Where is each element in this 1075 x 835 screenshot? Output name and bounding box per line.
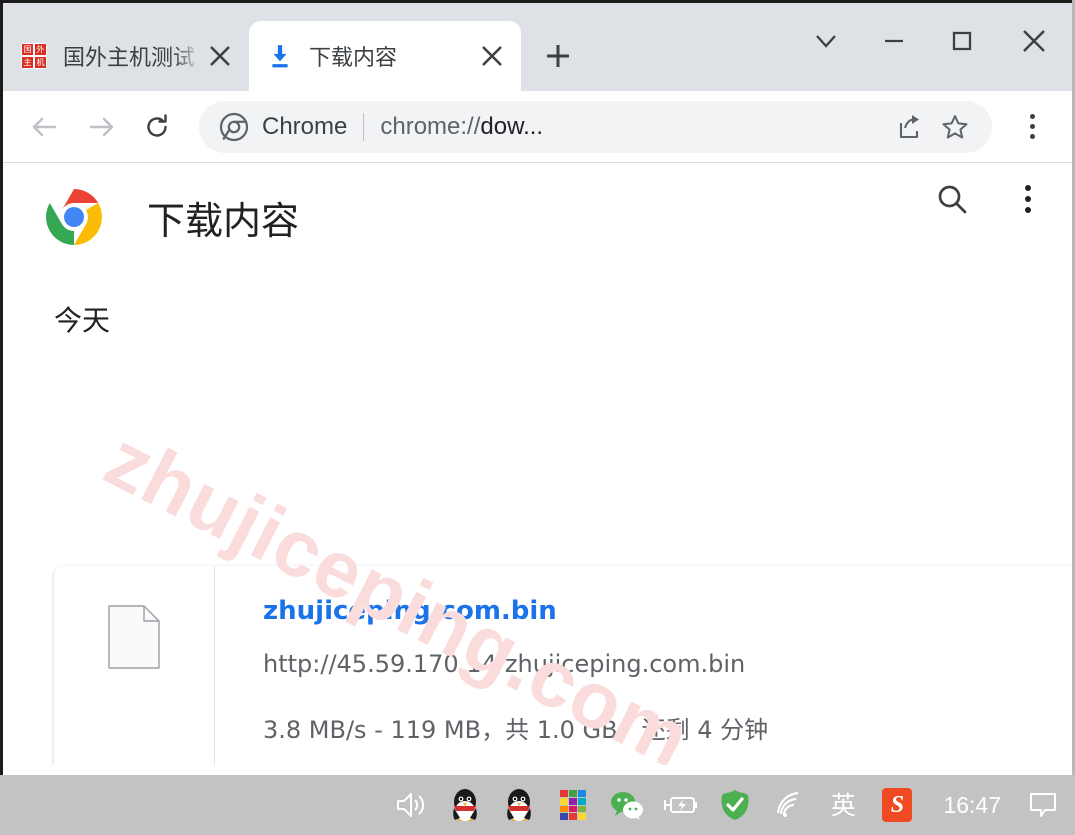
omnibox-brand-label: Chrome: [262, 112, 348, 140]
omnibox-url[interactable]: chrome://dow...: [380, 113, 886, 141]
search-icon[interactable]: [930, 177, 974, 221]
browser-window: 国 外 主 机 国外主机测试 下载内容 Chrome chrome://dow.…: [0, 0, 1072, 775]
wechat-icon[interactable]: [609, 787, 645, 823]
ime-indicator[interactable]: 英: [825, 787, 861, 823]
tab-title-downloads: 下载内容: [309, 45, 398, 70]
share-icon[interactable]: [886, 104, 932, 150]
chrome-icon: [219, 112, 249, 141]
sogou-input-icon[interactable]: S: [879, 787, 915, 823]
browser-toolbar: Chrome chrome://dow...: [3, 91, 1072, 163]
download-file-icon-cell: [54, 566, 215, 765]
color-grid-icon[interactable]: [555, 787, 591, 823]
screen: 国 外 主 机 国外主机测试 下载内容 Chrome chrome://dow.…: [0, 0, 1075, 835]
sogou-label: S: [882, 788, 913, 822]
download-details: zhujiceping.com.bin http://45.59.170.14/…: [215, 566, 1072, 765]
window-controls: [792, 6, 1072, 76]
taskbar-clock[interactable]: 16:47: [943, 792, 1001, 819]
minimize-button[interactable]: [860, 11, 928, 71]
battery-charging-icon[interactable]: [663, 787, 699, 823]
qq-penguin-icon[interactable]: [447, 787, 483, 823]
generic-file-icon: [108, 605, 160, 669]
ime-label: 英: [830, 790, 856, 820]
maximize-button[interactable]: [928, 11, 996, 71]
tab-downloads[interactable]: 下载内容: [249, 21, 521, 91]
volume-icon[interactable]: [393, 787, 429, 823]
more-vert-icon[interactable]: [1010, 177, 1046, 221]
download-filename-link[interactable]: zhujiceping.com.bin: [263, 598, 1072, 624]
system-taskbar: 英 S 16:47: [0, 775, 1075, 835]
tab-site[interactable]: 国 外 主 机 国外主机测试: [3, 21, 249, 91]
back-arrow-icon[interactable]: [17, 99, 73, 155]
omnibox-url-prefix: chrome://: [380, 112, 481, 140]
browser-menu-icon[interactable]: [1006, 101, 1058, 153]
site-favicon-icon: 国 外 主 机: [21, 43, 47, 69]
address-bar[interactable]: Chrome chrome://dow...: [199, 100, 992, 153]
security-shield-check-icon[interactable]: [717, 787, 753, 823]
page-title: 下载内容: [147, 198, 300, 243]
wifi-icon[interactable]: [771, 787, 807, 823]
download-source-url: http://45.59.170.14/zhujiceping.com.bin: [263, 650, 746, 678]
tab-close-icon-site[interactable]: [205, 41, 235, 71]
tab-close-icon-downloads[interactable]: [477, 41, 507, 71]
qq-penguin-icon[interactable]: [501, 787, 537, 823]
tab-strip: 国 外 主 机 国外主机测试 下载内容: [3, 3, 1072, 91]
tab-search-chevron-icon[interactable]: [792, 11, 860, 71]
close-window-button[interactable]: [996, 11, 1072, 71]
notification-icon[interactable]: [1025, 787, 1061, 823]
new-tab-button[interactable]: [529, 27, 587, 85]
download-item-card[interactable]: zhujiceping.com.bin http://45.59.170.14/…: [54, 566, 1072, 765]
omnibox-url-suffix: dow...: [480, 112, 544, 140]
download-arrow-icon: [272, 45, 288, 68]
star-icon[interactable]: [932, 104, 978, 150]
download-status-text: 3.8 MB/s - 119 MB，共 1.0 GB，还剩 4 分钟: [263, 716, 769, 744]
omnibox-separator: [363, 112, 365, 141]
downloads-header-actions: [930, 177, 1046, 221]
chrome-logo-icon: [46, 189, 102, 245]
reload-icon[interactable]: [129, 99, 185, 155]
forward-arrow-icon[interactable]: [73, 99, 129, 155]
downloads-header: 下载内容: [3, 163, 1072, 271]
downloads-page: 下载内容 zhujiceping.com 今天 zhujiceping.com.…: [3, 163, 1072, 765]
tab-title-site: 国外主机测试: [63, 45, 196, 70]
date-group-label: 今天: [54, 304, 111, 337]
